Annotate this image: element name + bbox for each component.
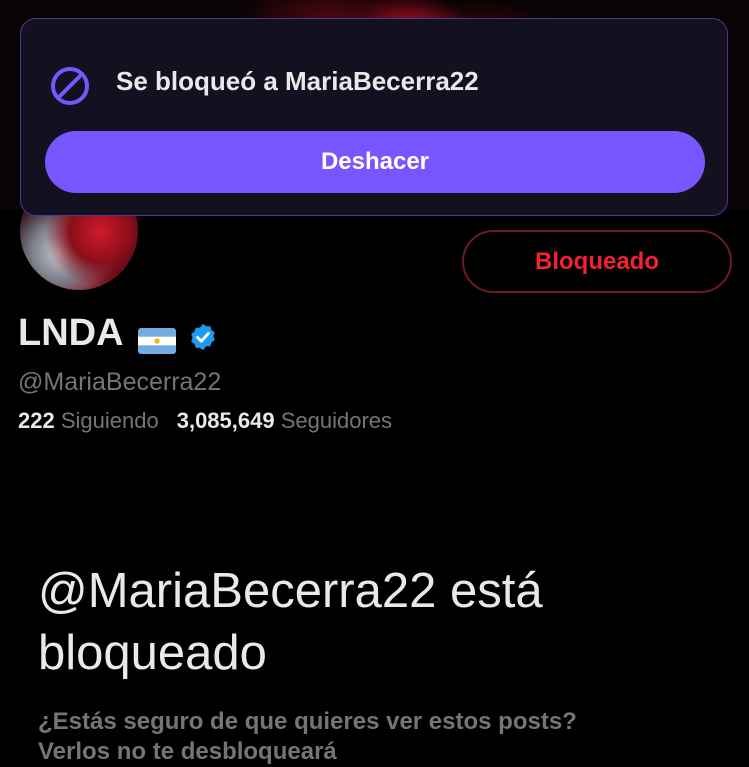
display-name-row: LNDA — [18, 312, 218, 355]
followers-label: Seguidores — [280, 408, 393, 433]
undo-button[interactable]: Deshacer — [45, 131, 705, 193]
followers-link[interactable]: 3,085,649 Seguidores — [177, 408, 392, 433]
toast-message: Se bloqueó a MariaBecerra22 — [116, 66, 479, 96]
following-label: Siguiendo — [60, 408, 159, 433]
display-name: LNDA — [18, 312, 124, 354]
blocked-title: @MariaBecerra22 está bloqueado — [38, 564, 543, 680]
followers-count: 3,085,649 — [176, 408, 275, 433]
block-icon — [48, 64, 92, 108]
block-toast: Se bloqueó a MariaBecerra22 Deshacer — [20, 18, 728, 216]
blocked-subtitle: ¿Estás seguro de que quieres ver estos p… — [38, 707, 738, 767]
argentina-flag-icon — [137, 321, 176, 354]
profile-handle: @MariaBecerra22 — [18, 368, 222, 396]
following-count: 222 — [18, 408, 55, 433]
verified-badge-icon[interactable] — [188, 319, 218, 350]
blocked-subtitle-line-1: ¿Estás seguro de que quieres ver estos p… — [38, 708, 577, 735]
follow-stats: 222 Siguiendo 3,085,649 Seguidores — [18, 408, 392, 434]
blocked-button-label: Bloqueado — [535, 247, 659, 275]
blocked-button[interactable]: Bloqueado — [462, 230, 732, 293]
following-link[interactable]: 222 Siguiendo — [18, 408, 159, 433]
blocked-subtitle-line-2: Verlos no ​​te ​​desbloqueará — [38, 738, 337, 765]
